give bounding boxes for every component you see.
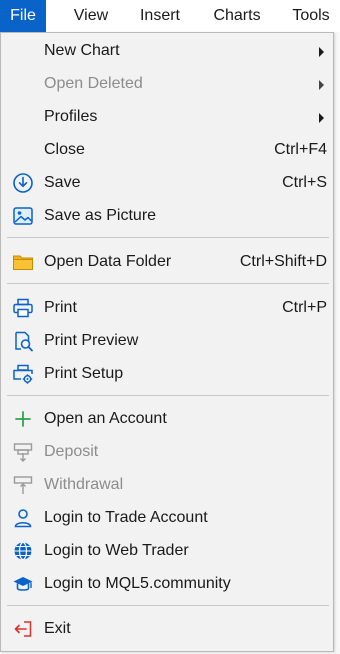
save-icon [12,172,34,194]
menu-separator [7,605,329,606]
menu-item-withdrawal: Withdrawal [2,469,333,501]
menu-item-label: Withdrawal [44,476,124,493]
menu-item-label: Open an Account [44,410,167,427]
deposit-icon [12,441,34,463]
menu-item-login-trade-account[interactable]: Login to Trade Account [2,502,333,534]
file-menu-dropdown: New Chart Open Deleted Profiles Close Ct… [0,32,334,652]
globe-icon [12,540,34,562]
submenu-arrow-icon [319,80,324,90]
menu-item-print-setup[interactable]: Print Setup [2,358,333,390]
shortcut-text: Ctrl+Shift+D [239,253,327,270]
menu-item-label: Close [44,141,85,158]
menu-item-open-an-account[interactable]: Open an Account [2,403,333,435]
shortcut-text: Ctrl+P [282,299,327,316]
menu-charts[interactable]: Charts [201,0,273,32]
user-icon [12,507,34,529]
picture-icon [12,205,34,227]
menu-item-label: Login to Trade Account [44,509,208,526]
menu-item-label: Print [44,299,77,316]
menu-item-save-as-picture[interactable]: Save as Picture [2,200,333,232]
menu-separator [7,395,329,396]
menu-item-deposit: Deposit [2,436,333,468]
print-setup-icon [12,363,34,385]
menu-insert[interactable]: Insert [126,0,194,32]
withdrawal-icon [12,474,34,496]
menu-item-label: Deposit [44,443,99,460]
menu-item-label: Open Data Folder [44,253,172,270]
menu-item-label: Profiles [44,108,98,125]
shortcut-text: Ctrl+F4 [274,141,327,158]
app-background-edge [334,32,340,654]
printer-icon [12,297,34,319]
submenu-arrow-icon [319,47,324,57]
graduation-cap-icon [12,573,34,595]
menu-item-label: Print Setup [44,365,124,382]
menu-item-label: Exit [44,620,71,637]
menu-item-print[interactable]: Print Ctrl+P [2,292,333,324]
menu-item-new-chart[interactable]: New Chart [2,35,333,67]
menu-separator [7,283,329,284]
shortcut-text: Ctrl+S [282,174,327,191]
print-preview-icon [12,330,34,352]
folder-icon [12,251,34,273]
menu-separator [7,237,329,238]
menu-view[interactable]: View [56,0,126,32]
menu-item-label: Open Deleted [44,75,143,92]
exit-icon [12,618,34,640]
menu-item-login-web-trader[interactable]: Login to Web Trader [2,535,333,567]
menu-item-label: Save as Picture [44,207,157,224]
menu-item-label: Print Preview [44,332,139,349]
menu-item-login-mql5[interactable]: Login to MQL5.community [2,568,333,600]
menu-tools[interactable]: Tools [284,0,338,32]
menu-item-open-data-folder[interactable]: Open Data Folder Ctrl+Shift+D [2,246,333,278]
menu-bar: File View Insert Charts Tools [0,0,340,32]
submenu-arrow-icon [319,113,324,123]
menu-item-profiles[interactable]: Profiles [2,101,333,133]
menu-item-label: Login to MQL5.community [44,575,231,592]
menu-item-label: Save [44,174,81,191]
menu-item-label: New Chart [44,42,120,59]
menu-item-exit[interactable]: Exit [2,613,333,645]
menu-item-save[interactable]: Save Ctrl+S [2,167,333,199]
plus-icon [12,408,34,430]
menu-file[interactable]: File [0,0,46,32]
menu-item-label: Login to Web Trader [44,542,189,559]
menu-item-print-preview[interactable]: Print Preview [2,325,333,357]
menu-item-open-deleted: Open Deleted [2,68,333,100]
menu-item-close[interactable]: Close Ctrl+F4 [2,134,333,166]
